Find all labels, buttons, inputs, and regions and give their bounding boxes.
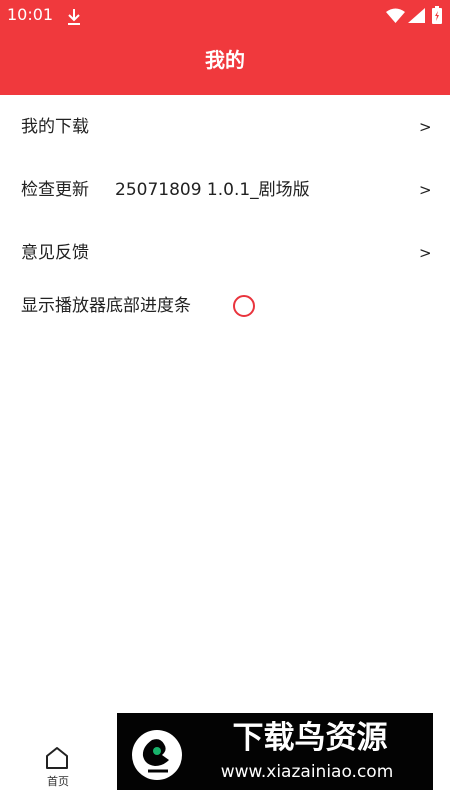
watermark: 下载鸟资源 www.xiazainiao.com: [117, 713, 433, 790]
chevron-right-icon: >: [419, 118, 432, 136]
watermark-title: 下载鸟资源: [232, 720, 388, 756]
progress-bar-setting: 显示播放器底部进度条: [0, 284, 450, 347]
battery-icon: [432, 6, 442, 24]
wifi-icon: [386, 8, 405, 23]
menu-item-label: 意见反馈: [21, 243, 89, 263]
top-app-bar: 10:01 我的: [0, 0, 450, 95]
menu-item-label: 检查更新: [21, 180, 89, 200]
progress-bar-toggle[interactable]: [233, 295, 255, 317]
chevron-right-icon: >: [419, 244, 432, 262]
page-title: 我的: [205, 48, 245, 72]
progress-bar-setting-label: 显示播放器底部进度条: [21, 296, 191, 316]
home-icon: [46, 747, 68, 769]
nav-tab-home-label: 首页: [47, 775, 69, 788]
menu-item-my-downloads[interactable]: 我的下载 >: [0, 95, 450, 158]
nav-tab-home[interactable]: 首页: [30, 740, 86, 800]
chevron-right-icon: >: [419, 181, 432, 199]
status-time: 10:01: [7, 5, 54, 24]
bird-logo-icon: [132, 730, 182, 780]
menu-item-check-update[interactable]: 检查更新 25071809 1.0.1_剧场版 >: [0, 158, 450, 221]
watermark-url: www.xiazainiao.com: [220, 762, 394, 782]
menu-item-label: 我的下载: [21, 117, 89, 137]
version-text: 25071809 1.0.1_剧场版: [115, 180, 310, 200]
settings-list: 我的下载 > 检查更新 25071809 1.0.1_剧场版 > 意见反馈 > …: [0, 95, 450, 347]
download-icon: [68, 9, 80, 25]
status-bar: 10:01: [0, 0, 450, 32]
menu-item-feedback[interactable]: 意见反馈 >: [0, 221, 450, 284]
signal-icon: [408, 8, 425, 23]
